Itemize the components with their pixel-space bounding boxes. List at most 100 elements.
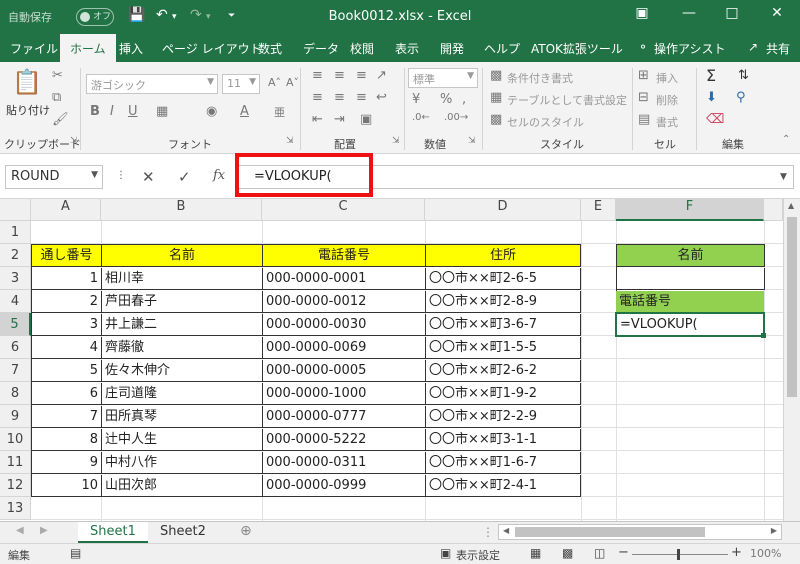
scroll-left-icon[interactable]: ◀ <box>503 526 509 535</box>
display-settings-button[interactable]: 表示設定 <box>456 547 500 563</box>
wrap-text-icon[interactable]: ↩ <box>376 90 387 105</box>
font-size-combo[interactable]: 11 ▼ <box>222 74 260 94</box>
zoom-out-icon[interactable]: − <box>618 545 629 560</box>
row-header[interactable]: 6 <box>0 336 31 359</box>
minimize-button[interactable]: — <box>674 5 704 21</box>
row-header[interactable]: 8 <box>0 382 31 405</box>
select-all-corner[interactable] <box>0 199 31 221</box>
format-cells-icon[interactable]: ▤ <box>638 112 650 127</box>
horizontal-scroll-thumb[interactable] <box>515 527 705 537</box>
row-header[interactable]: 7 <box>0 359 31 382</box>
vertical-scroll-thumb[interactable] <box>787 217 797 397</box>
cell-name[interactable]: 佐々木伸介 <box>102 360 263 382</box>
row-header[interactable]: 3 <box>0 267 31 290</box>
phonetic-icon[interactable]: 亜 <box>274 104 285 120</box>
sort-filter-icon[interactable]: ⇅ <box>738 68 749 83</box>
decrease-indent-icon[interactable]: ⇤ <box>312 112 323 127</box>
expand-formula-bar-icon[interactable]: ▼ <box>780 172 787 182</box>
clear-icon[interactable]: ⌫ <box>706 112 724 127</box>
copy-icon[interactable]: ⧉ <box>52 90 61 105</box>
fill-handle[interactable] <box>761 333 766 338</box>
insert-cells-icon[interactable]: ⊞ <box>638 68 649 83</box>
format-as-table-button[interactable]: テーブルとして書式設定 <box>507 92 627 108</box>
column-header-f[interactable]: F <box>616 199 764 221</box>
comma-icon[interactable]: , <box>462 92 466 107</box>
cell-id[interactable]: 3 <box>32 314 102 336</box>
cell-id[interactable]: 1 <box>32 268 102 290</box>
tab-developer[interactable]: 開発 <box>440 40 464 57</box>
tab-file[interactable]: ファイル <box>10 40 58 57</box>
align-bottom-icon[interactable]: ≡ <box>356 68 367 83</box>
row-header[interactable]: 1 <box>0 221 31 244</box>
conditional-format-icon[interactable]: ▩ <box>490 68 502 83</box>
column-header-a[interactable]: A <box>31 199 101 221</box>
cell-phone[interactable]: 000-0000-0311 <box>263 452 426 474</box>
merge-center-icon[interactable]: ▣ <box>360 112 372 127</box>
cell-phone[interactable]: 000-0000-0069 <box>263 337 426 359</box>
orientation-icon[interactable]: ↗ <box>376 68 387 83</box>
cell-address[interactable]: 〇〇市××町1-6-7 <box>426 452 581 474</box>
cell-address[interactable]: 〇〇市××町2-4-1 <box>426 475 581 497</box>
sheet-tab-sheet1[interactable]: Sheet1 <box>78 522 148 543</box>
add-sheet-icon[interactable]: ⊕ <box>240 523 252 539</box>
cell-name[interactable]: 相川幸 <box>102 268 263 290</box>
row-header[interactable]: 2 <box>0 244 31 267</box>
row-header[interactable]: 10 <box>0 428 31 451</box>
maximize-button[interactable]: □ <box>717 5 747 21</box>
tab-data[interactable]: データ <box>303 40 339 57</box>
row-header[interactable]: 9 <box>0 405 31 428</box>
font-launcher-icon[interactable]: ⇲ <box>286 136 294 146</box>
cell-styles-icon[interactable]: ▩ <box>490 112 502 127</box>
column-header-g[interactable] <box>764 199 783 221</box>
cell-id[interactable]: 7 <box>32 406 102 428</box>
tab-page-layout[interactable]: ページ レイアウト <box>162 40 262 57</box>
collapse-ribbon-icon[interactable]: ⌃ <box>782 134 790 145</box>
normal-view-icon[interactable]: ▦ <box>530 546 541 560</box>
cell-phone[interactable]: 000-0000-5222 <box>263 429 426 451</box>
lookup-name-label[interactable]: 名前 <box>617 245 765 267</box>
paste-button[interactable]: 貼り付け <box>6 102 50 118</box>
active-cell-f5[interactable]: =VLOOKUP( <box>615 312 765 337</box>
header-name[interactable]: 名前 <box>102 245 263 267</box>
cell-address[interactable]: 〇〇市××町3-6-7 <box>426 314 581 336</box>
cell-styles-button[interactable]: セルのスタイル <box>507 114 584 130</box>
currency-icon[interactable]: ¥ <box>412 92 420 107</box>
insert-function-icon[interactable]: fx <box>213 168 225 183</box>
cell-id[interactable]: 8 <box>32 429 102 451</box>
delete-cells-icon[interactable]: ⊟ <box>638 90 649 105</box>
cell-phone[interactable]: 000-0000-0005 <box>263 360 426 382</box>
tab-home[interactable]: ホーム <box>60 34 116 62</box>
grow-font-icon[interactable]: A˄ <box>268 76 281 89</box>
align-left-icon[interactable]: ≡ <box>312 90 323 105</box>
insert-cells-button[interactable]: 挿入 <box>656 70 678 86</box>
header-address[interactable]: 住所 <box>426 245 581 267</box>
row-header[interactable]: 5 <box>0 313 31 336</box>
header-id[interactable]: 通し番号 <box>32 245 102 267</box>
zoom-slider-thumb[interactable] <box>677 549 680 560</box>
cell-id[interactable]: 5 <box>32 360 102 382</box>
table-icon[interactable]: ▦ <box>490 90 502 105</box>
tell-me-box[interactable]: 操作アシスト <box>654 40 726 57</box>
zoom-in-icon[interactable]: + <box>731 545 742 560</box>
cell-name[interactable]: 芦田春子 <box>102 291 263 313</box>
increase-indent-icon[interactable]: ⇥ <box>334 112 345 127</box>
row-header[interactable]: 13 <box>0 497 31 520</box>
number-format-combo[interactable]: 標準 ▼ <box>408 68 478 88</box>
cell-name[interactable]: 田所真琴 <box>102 406 263 428</box>
macro-record-icon[interactable]: ▤ <box>70 546 81 560</box>
vertical-scrollbar[interactable]: ▲ <box>783 199 800 521</box>
italic-icon[interactable]: I <box>110 104 114 119</box>
name-box[interactable]: ROUND ▼ <box>5 165 103 189</box>
sheet-tab-sheet2[interactable]: Sheet2 <box>148 522 218 543</box>
cell-address[interactable]: 〇〇市××町3-1-1 <box>426 429 581 451</box>
display-settings-icon[interactable]: ▣ <box>440 546 451 560</box>
paste-icon[interactable]: 📋 <box>12 68 42 96</box>
increase-decimal-icon[interactable]: .0← <box>412 112 430 123</box>
shrink-font-icon[interactable]: A˅ <box>286 76 299 89</box>
zoom-slider[interactable] <box>632 554 728 555</box>
cell-address[interactable]: 〇〇市××町2-8-9 <box>426 291 581 313</box>
cell-phone[interactable]: 000-0000-0999 <box>263 475 426 497</box>
cell-phone[interactable]: 000-0000-0030 <box>263 314 426 336</box>
clipboard-launcher-icon[interactable]: ⇲ <box>70 136 78 146</box>
cell-id[interactable]: 9 <box>32 452 102 474</box>
